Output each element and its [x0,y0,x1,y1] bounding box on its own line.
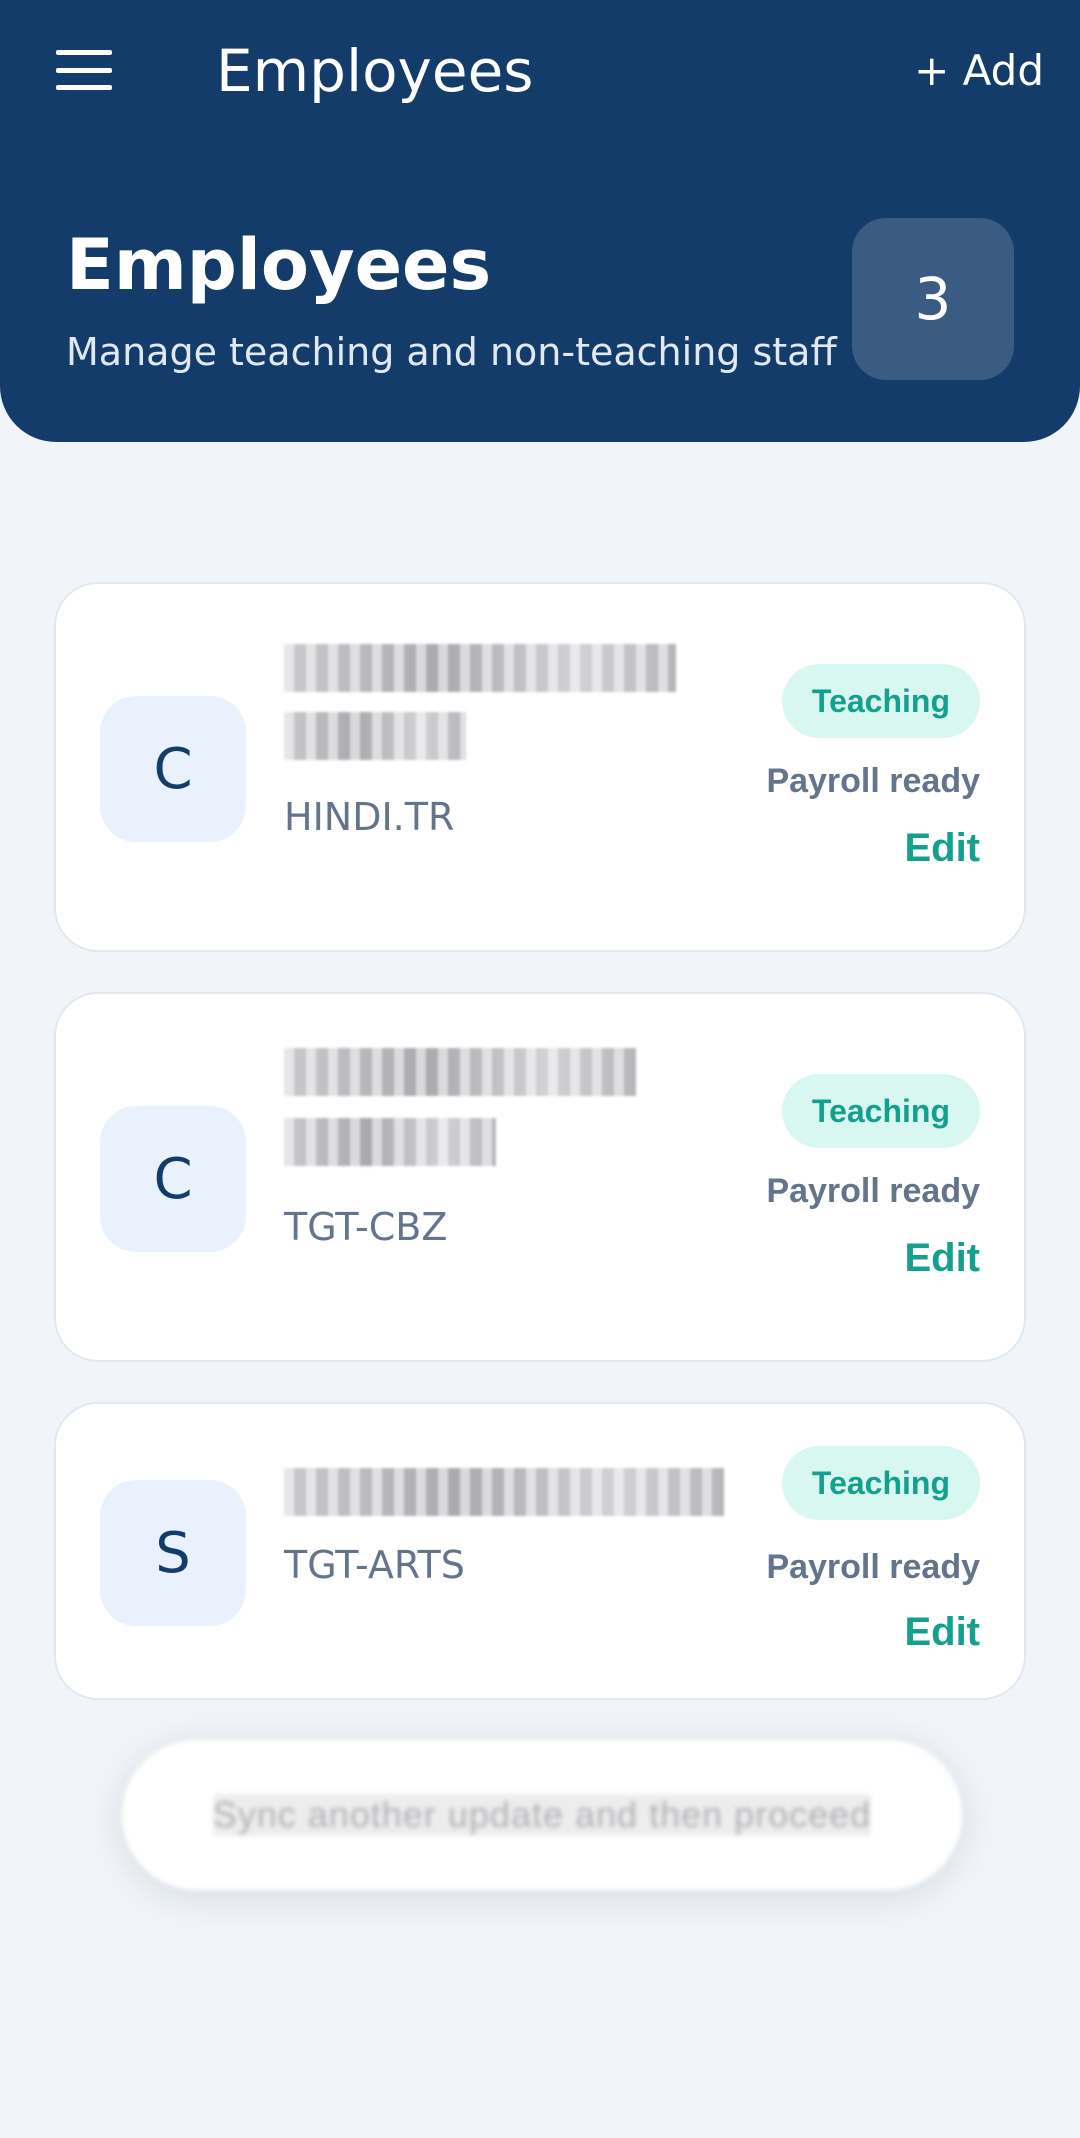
edit-button[interactable]: Edit [904,1608,980,1656]
employee-count-badge: 3 [852,218,1014,380]
toast-text: Sync another update and then proceed [212,1794,872,1836]
employee-name-line-2 [284,1118,496,1166]
employee-name-line-2 [284,712,466,760]
page-title: Employees [66,224,492,306]
employee-type-badge: Teaching [781,664,980,738]
employee-department: TGT-ARTS [284,1543,465,1587]
payroll-status: Payroll ready [766,1548,980,1586]
employee-card[interactable]: C HINDI.TR Teaching Payroll ready Edit [54,582,1026,952]
header-banner: Employees Manage teaching and non-teachi… [0,150,1080,442]
employee-type-badge: Teaching [781,1074,980,1148]
avatar: C [100,696,246,842]
app-bar-title: Employees [216,37,534,105]
avatar: S [100,1480,246,1626]
employee-card[interactable]: S TGT-ARTS Teaching Payroll ready Edit [54,1402,1026,1700]
app-bar: Employees + Add [0,0,1080,150]
employee-department: TGT-CBZ [284,1205,448,1249]
employee-name-line-1 [284,1468,724,1516]
employee-card[interactable]: C TGT-CBZ Teaching Payroll ready Edit [54,992,1026,1362]
edit-button[interactable]: Edit [904,1234,980,1282]
hamburger-menu-icon[interactable] [56,50,112,90]
page-subtitle: Manage teaching and non-teaching staff [66,330,837,374]
payroll-status: Payroll ready [766,1172,980,1210]
employee-name-line-1 [284,1048,636,1096]
toast-message: Sync another update and then proceed [122,1740,962,1890]
avatar: C [100,1106,246,1252]
employee-name-line-1 [284,644,676,692]
edit-button[interactable]: Edit [904,824,980,872]
employee-type-badge: Teaching [781,1446,980,1520]
employee-department: HINDI.TR [284,795,455,839]
payroll-status: Payroll ready [766,762,980,800]
add-employee-button[interactable]: + Add [914,46,1044,96]
